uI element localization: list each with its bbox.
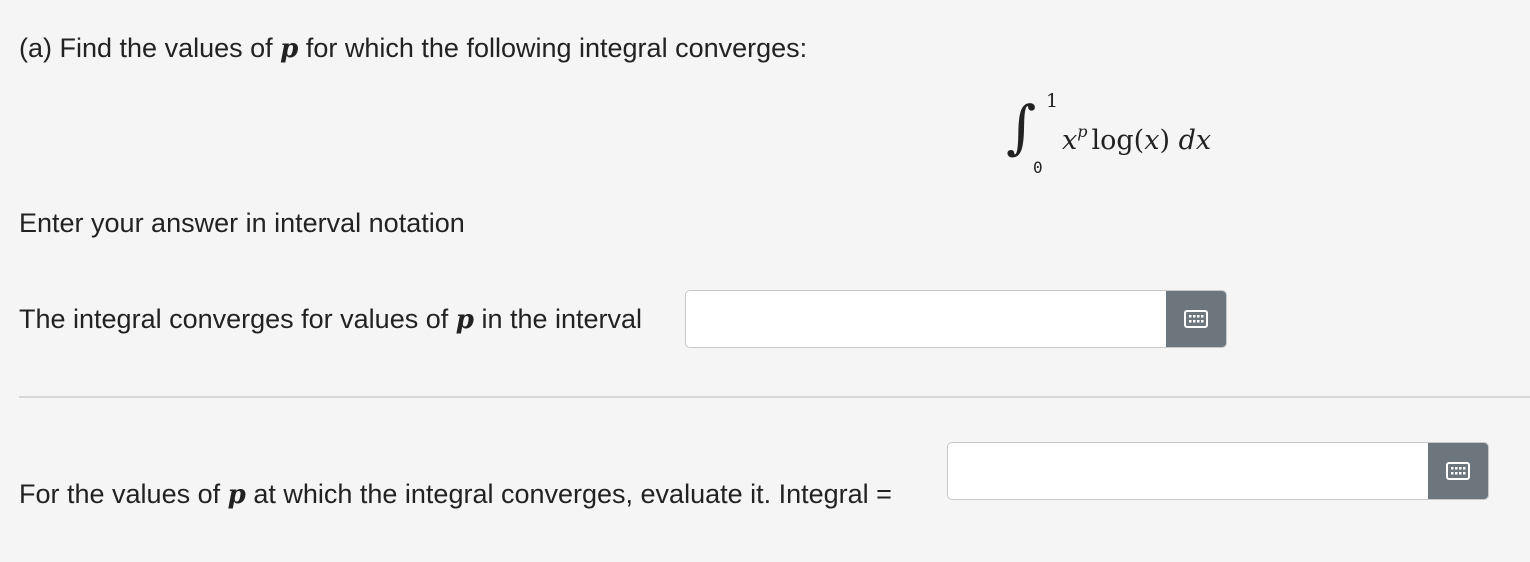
answer2-label-end: at which the integral converges, evaluat…	[253, 479, 892, 509]
integrand-argument: x	[1144, 125, 1160, 156]
instruction-text: Enter your answer in interval notation	[19, 208, 465, 238]
answer2-input[interactable]	[948, 443, 1428, 499]
integral-lower-limit: 0	[1033, 158, 1043, 177]
integrand-base: x	[1062, 125, 1078, 156]
keyboard-icon	[1446, 462, 1470, 480]
integral-expression: ∫ 1 0 xp log(x) dx	[1000, 86, 1250, 186]
answer2-label: For the values of p at which the integra…	[19, 477, 892, 512]
variable-p: p	[227, 480, 246, 510]
integrand-exponent: p	[1077, 122, 1088, 141]
answer1-field	[685, 290, 1227, 348]
answer1-label-start: The integral converges for values of	[19, 304, 449, 334]
integral-sign: ∫	[1006, 93, 1037, 161]
integrand-function: log(	[1091, 125, 1145, 156]
prompt-text-end: for which the following integral converg…	[305, 33, 808, 63]
differential-var: x	[1195, 125, 1212, 156]
answer2-field	[947, 442, 1489, 500]
answer1-label: The integral converges for values of p i…	[19, 302, 642, 337]
part-label: (a)	[19, 33, 52, 63]
answer1-label-end: in the interval	[481, 304, 643, 334]
question-prompt: (a) Find the values of p for which the f…	[19, 31, 807, 66]
differential-d: d	[1178, 125, 1196, 156]
integrand: xp log(x) dx	[1062, 122, 1211, 156]
variable-p: p	[455, 305, 474, 335]
prompt-text: Find the values of	[59, 33, 273, 63]
section-divider	[19, 396, 1530, 398]
answer2-keyboard-button[interactable]	[1428, 443, 1488, 499]
answer2-label-start: For the values of	[19, 479, 221, 509]
keyboard-icon	[1184, 310, 1208, 328]
answer1-keyboard-button[interactable]	[1166, 291, 1226, 347]
integrand-close-paren: )	[1159, 125, 1170, 156]
variable-p: p	[280, 34, 299, 64]
integral-upper-limit: 1	[1046, 90, 1059, 112]
answer1-input[interactable]	[686, 291, 1166, 347]
